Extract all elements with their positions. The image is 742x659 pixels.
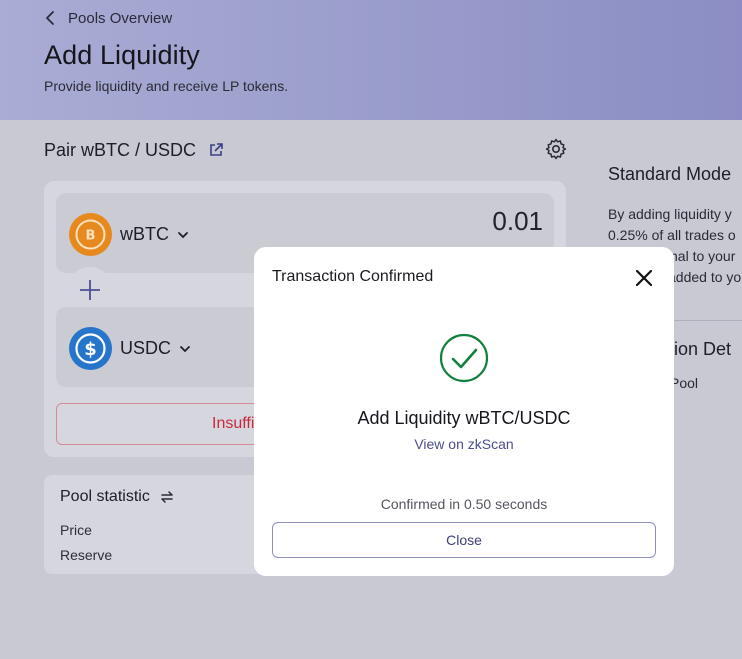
token-a-selector[interactable]: B wBTC xyxy=(69,213,189,256)
page-title: Add Liquidity xyxy=(44,40,200,70)
chevron-down-icon xyxy=(178,231,188,238)
token-a-symbol: wBTC xyxy=(120,224,169,244)
token-a-amount[interactable]: 0.01 xyxy=(492,206,543,237)
mode-line: 0.25% of all trades o xyxy=(608,227,736,243)
close-icon[interactable] xyxy=(633,267,655,289)
page-header: Pools Overview Add Liquidity Provide liq… xyxy=(0,0,742,120)
settings-gear-icon[interactable] xyxy=(544,137,568,161)
chevron-left-icon xyxy=(46,11,54,25)
mode-line: By adding liquidity y xyxy=(608,206,732,222)
transaction-confirmed-modal: Transaction Confirmed Add Liquidity wBTC… xyxy=(254,247,674,576)
success-check-icon xyxy=(439,333,489,383)
view-on-zkscan-link[interactable]: View on zkScan xyxy=(254,436,674,452)
stat-label-price: Price xyxy=(60,522,92,538)
token-b-symbol: USDC xyxy=(120,338,172,358)
wbtc-token-icon: B xyxy=(69,213,112,256)
back-link-label: Pools Overview xyxy=(68,9,173,27)
close-button[interactable]: Close xyxy=(272,522,656,558)
svg-text:B: B xyxy=(86,229,96,244)
page-subtitle: Provide liquidity and receive LP tokens. xyxy=(44,78,289,94)
confirmation-time: Confirmed in 0.50 seconds xyxy=(380,496,548,512)
modal-heading: Add Liquidity wBTC/USDC xyxy=(357,408,571,428)
section-text: Pool xyxy=(670,375,699,391)
pair-row: Pair wBTC / USDC xyxy=(44,138,224,162)
usdc-token-icon: $ xyxy=(69,327,112,370)
external-link-icon[interactable] xyxy=(208,142,224,158)
swap-arrows-icon[interactable] xyxy=(160,490,174,504)
pool-statistic-header: Pool statistic xyxy=(60,488,174,506)
mode-title: Standard Mode xyxy=(608,164,732,184)
svg-text:$: $ xyxy=(84,339,97,360)
pool-statistic-title: Pool statistic xyxy=(60,488,150,505)
modal-title: Transaction Confirmed xyxy=(272,268,434,285)
chevron-down-icon xyxy=(180,345,190,352)
pair-label: Pair wBTC / USDC xyxy=(44,139,197,160)
back-link[interactable]: Pools Overview xyxy=(44,9,172,27)
stat-label-reserve: Reserve xyxy=(60,547,113,563)
token-b-selector[interactable]: $ USDC xyxy=(69,327,191,370)
